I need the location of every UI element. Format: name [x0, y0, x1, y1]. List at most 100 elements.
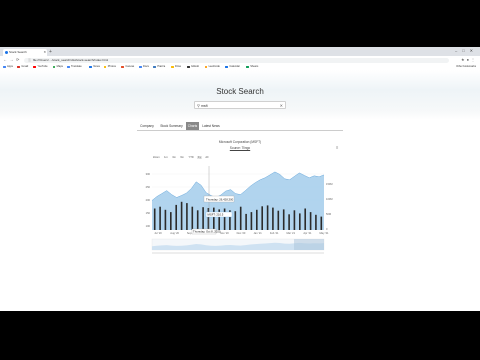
tab-stock-summary[interactable]: Stock Summary — [158, 122, 185, 130]
volume-bar — [186, 203, 188, 230]
volume-bar — [299, 213, 301, 230]
bookmark-label: Piazza — [157, 65, 166, 68]
details-tabs: Company Stock Summary Charts Latest News — [137, 122, 343, 131]
bookmark-label: Maps — [56, 65, 63, 68]
browser-tab[interactable]: Stock Search ✕ — [3, 49, 47, 56]
volume-bar — [256, 209, 258, 230]
price-area — [152, 171, 324, 230]
bookmark-icon — [3, 65, 6, 69]
x-tick-label: Jan '21 — [253, 231, 262, 235]
bookmark-label: GitHub — [191, 65, 200, 68]
page-title: Stock Search — [216, 87, 264, 96]
zoom-option[interactable]: 6m — [179, 156, 185, 159]
bookmark-label: Canvas — [125, 65, 135, 68]
x-tick-label: Dec '20 — [237, 231, 246, 235]
bookmark-icon — [103, 65, 107, 69]
new-tab-icon[interactable]: + — [49, 49, 52, 56]
browser-menu-icon[interactable]: ★●⋮ — [461, 57, 477, 62]
date-tooltip-text: Thursday, Oct 8, 2020 — [193, 230, 221, 234]
navigator-scrollbar[interactable] — [152, 252, 324, 254]
browser-tab-bar: Stock Search ✕ + –□✕ — [0, 47, 480, 56]
volume-bar — [191, 206, 194, 230]
volume-bar — [159, 206, 161, 230]
price-tick-label: 100 — [146, 224, 151, 228]
zoom-option[interactable]: 3m — [171, 156, 177, 159]
search-input[interactable] — [201, 102, 271, 109]
price-tick-label: 200 — [146, 198, 151, 202]
volume-bar — [213, 207, 215, 230]
zoom-option[interactable]: YTD — [187, 156, 194, 159]
x-tick-label: Mar '21 — [287, 231, 296, 235]
stock-chart[interactable]: 300 250 200 150 100 150M 100M 50M 0 Jul '20 Aug '2… — [140, 160, 344, 274]
volume-bar — [202, 207, 204, 230]
price-tick-label: 250 — [146, 185, 151, 189]
zoom-option[interactable]: 1y — [197, 156, 202, 159]
volume-bar — [309, 212, 312, 230]
volume-tick-label: 100M — [326, 197, 333, 201]
address-url: file:///Users/…/stock_search/dist/stock-… — [32, 57, 109, 62]
bookmark-label: Apps — [7, 65, 13, 68]
volume-bar — [250, 212, 253, 230]
bookmark-icon — [139, 65, 142, 69]
nav-buttons[interactable]: ←→⟳ — [3, 57, 22, 62]
volume-bar — [272, 207, 274, 230]
bookmark-icon — [153, 65, 156, 69]
volume-bar — [304, 208, 307, 230]
volume-bar — [234, 211, 237, 230]
bookmark-icon — [121, 65, 124, 69]
bookmark-icon — [17, 65, 20, 69]
address-bar[interactable]: ⓘ file:///Users/…/stock_search/dist/stoc… — [24, 57, 449, 63]
bookmark-icon — [225, 65, 228, 69]
navigator-selection[interactable] — [294, 239, 324, 250]
volume-bar — [180, 201, 183, 230]
favicon-icon — [4, 51, 8, 54]
bookmark-icon — [89, 65, 92, 69]
price-tick-label: 150 — [146, 211, 151, 215]
volume-bar — [153, 208, 156, 230]
bookmark-label: News — [93, 65, 100, 68]
volume-bar — [164, 209, 167, 230]
volume-tooltip-text: Thursday: 26,428,300 — [206, 198, 234, 202]
volume-bar — [223, 208, 226, 230]
zoom-selector: Zoom 1m 3m 6m YTD 1y All — [152, 156, 212, 159]
bookmark-label: Calendar — [229, 65, 240, 68]
bookmark-icon — [171, 65, 174, 69]
page-content: Stock Search ⚲ ✕ CompanyStock SummaryCha… — [0, 70, 480, 311]
chart-title: Microsoft Corporation (MSFT) — [218, 140, 262, 144]
x-tick-label: May '21 — [319, 231, 329, 235]
zoom-option[interactable]: All — [204, 156, 209, 159]
bookmark-label: LeetCode — [208, 65, 220, 68]
search-icon[interactable]: ⚲ — [197, 102, 200, 110]
volume-bar — [315, 214, 317, 230]
chart-subtitle[interactable]: Source: Tiingo — [0, 146, 480, 150]
zoom-option[interactable]: 1m — [163, 156, 169, 159]
chart-menu-icon[interactable]: ≡ — [336, 145, 338, 150]
tab-charts[interactable]: Charts — [186, 122, 199, 130]
x-tick-label: Aug '20 — [170, 231, 179, 235]
clear-icon[interactable]: ✕ — [280, 102, 283, 110]
close-tab-icon[interactable]: ✕ — [43, 49, 46, 56]
bookmark-icon — [33, 65, 36, 69]
bookmark-label: Drive — [175, 65, 182, 68]
window-controls[interactable]: –□✕ — [455, 48, 478, 53]
volume-bar — [288, 214, 290, 230]
price-tick-label: 300 — [146, 172, 151, 176]
volume-bar — [266, 205, 269, 230]
volume-bar — [261, 206, 264, 230]
info-icon: ⓘ — [28, 57, 32, 62]
tab-latest-news[interactable]: Latest News — [200, 122, 222, 130]
price-tooltip-text: MSFT: 210.5 — [208, 213, 224, 217]
volume-bar — [196, 210, 199, 230]
bookmark-icon — [204, 65, 208, 69]
bookmark-label: Translate — [71, 65, 82, 68]
volume-bar — [320, 216, 323, 230]
volume-bar — [239, 206, 242, 230]
zoom-label: Zoom — [153, 156, 160, 159]
tab-company[interactable]: Company — [137, 122, 157, 130]
browser-tab-title: Stock Search — [9, 50, 27, 54]
volume-bar — [170, 212, 172, 230]
bookmark-icon — [187, 65, 190, 69]
bookmark-label: YouTube — [37, 65, 48, 68]
volume-bar — [277, 210, 280, 230]
volume-tick-label: 50M — [326, 212, 331, 216]
